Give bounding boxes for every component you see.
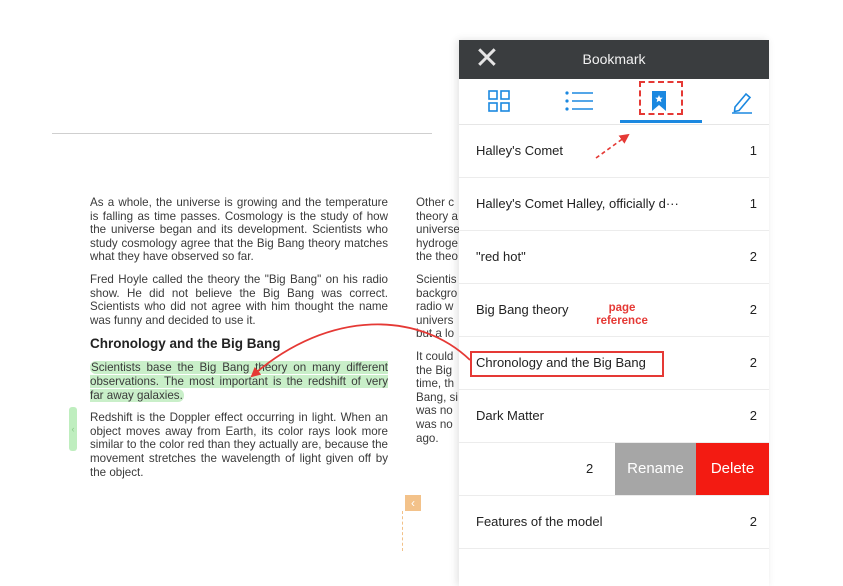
highlighted-paragraph[interactable]: Scientists base the Big Bang theory on m… (90, 361, 388, 402)
annotation-label: page reference (596, 302, 648, 327)
list-icon (565, 91, 593, 111)
bookmark-page: 1 (749, 196, 757, 211)
tab-contents[interactable] (559, 87, 599, 117)
bookmark-row[interactable]: Dark Matter 2 (459, 390, 769, 443)
paragraph: Fred Hoyle called the theory the "Big Ba… (90, 272, 388, 327)
paragraph: Redshift is the Doppler effect occurring… (90, 411, 388, 479)
section-heading: Chronology and the Big Bang (90, 336, 281, 352)
page-edge-dashed (402, 511, 403, 551)
active-tab-indicator (620, 120, 702, 123)
panel-header: ✕ Bookmark (459, 40, 769, 79)
bookmark-label: Big Bang theory (476, 302, 569, 317)
paragraph: As a whole, the universe is growing and … (90, 196, 388, 264)
panel-tabs (459, 79, 769, 125)
bookmark-label: "red hot" (476, 249, 526, 264)
tab-thumbnails[interactable] (479, 87, 519, 117)
bookmark-page: 1 (749, 143, 757, 158)
bookmark-page: 2 (749, 302, 757, 317)
highlight-text[interactable]: Scientists base the Big Bang theory on m… (90, 361, 388, 402)
pencil-icon (732, 92, 752, 114)
panel-title: Bookmark (582, 51, 646, 67)
tab-annotations[interactable] (722, 87, 762, 117)
annotation-dashed-box (639, 81, 683, 115)
page-top-divider (52, 133, 432, 134)
bookmark-row[interactable]: Features of the model 2 (459, 496, 769, 549)
delete-button[interactable]: Delete (696, 443, 769, 495)
bookmark-page: 2 (586, 461, 594, 476)
bookmark-label: Halley's Comet Halley, officially d··· (476, 196, 679, 211)
bookmark-page: 2 (749, 249, 757, 264)
bookmark-page: 2 (749, 408, 757, 423)
grid-icon (488, 90, 510, 112)
bookmark-label: Halley's Comet (476, 143, 564, 158)
bookmark-row-swiped[interactable]: 2 Rename Delete (459, 443, 769, 496)
highlight-handle[interactable]: ‹ (69, 407, 77, 451)
bookmark-row[interactable]: Halley's Comet Halley, officially d··· 1 (459, 178, 769, 231)
bookmark-label: Features of the model (476, 514, 603, 529)
bookmark-page: 2 (749, 355, 757, 370)
rename-button[interactable]: Rename (615, 443, 696, 495)
bookmark-row[interactable]: Halley's Comet 1 (459, 125, 769, 178)
bookmark-row[interactable]: "red hot" 2 (459, 231, 769, 284)
reader-left-column: As a whole, the universe is growing and … (90, 196, 388, 488)
bookmark-row[interactable]: Chronology and the Big Bang 2 (459, 337, 769, 390)
bookmark-label: Chronology and the Big Bang (476, 355, 646, 370)
bookmark-label: Dark Matter (476, 408, 544, 423)
bookmark-page: 2 (749, 514, 757, 529)
collapse-tab-icon[interactable]: ‹ (405, 495, 421, 511)
